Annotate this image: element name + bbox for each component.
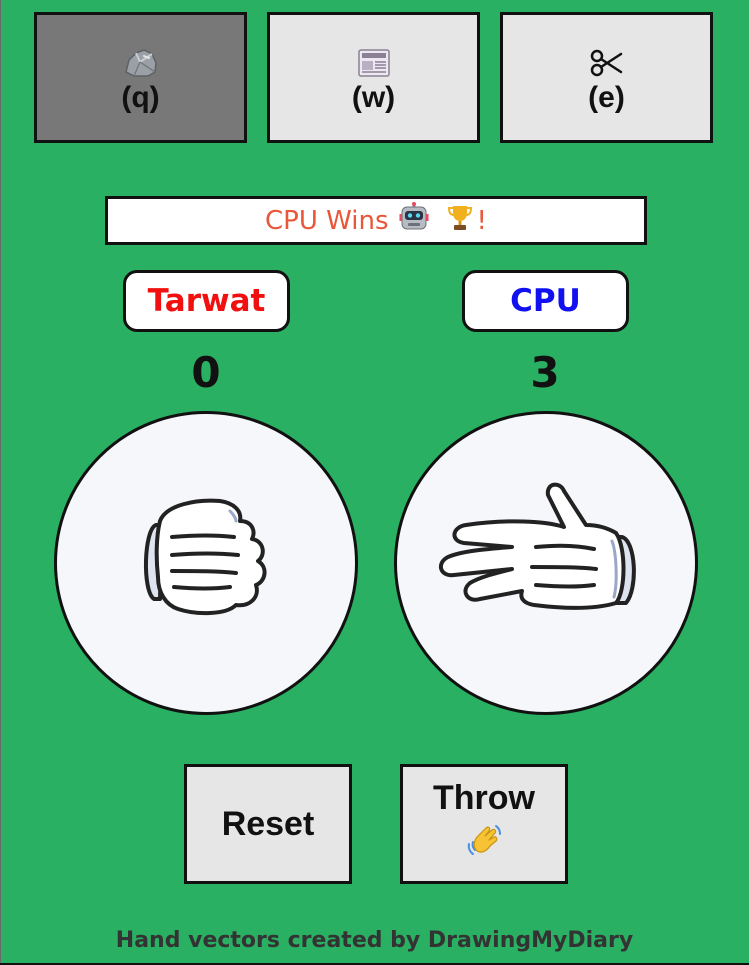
scissors-icon <box>589 45 625 81</box>
result-banner: CPU Wins ! <box>105 196 647 245</box>
reset-label: Reset <box>221 804 315 843</box>
cpu-score: 3 <box>530 348 560 397</box>
paper-choice-button[interactable]: (w) <box>267 12 480 143</box>
waving-hand-icon <box>466 824 502 865</box>
trophy-icon <box>447 203 473 238</box>
open-hand-icon <box>436 471 656 656</box>
rock-icon <box>122 45 160 81</box>
player-name-badge: Tarwat <box>123 270 290 332</box>
cpu-name-badge: CPU <box>462 270 629 332</box>
result-text: CPU Wins <box>265 205 389 236</box>
rock-key-label: (q) <box>121 80 160 114</box>
newspaper-icon <box>355 45 393 81</box>
scissors-key-label: (e) <box>588 80 625 114</box>
rock-choice-button[interactable]: (q) <box>34 12 247 143</box>
robot-icon <box>399 202 429 239</box>
reset-button[interactable]: Reset <box>184 764 352 884</box>
player-name: Tarwat <box>147 283 266 319</box>
fist-hand-icon <box>126 481 286 646</box>
cpu-name: CPU <box>510 283 581 319</box>
scissors-choice-button[interactable]: (e) <box>500 12 713 143</box>
left-border <box>0 0 1 965</box>
player-score: 0 <box>191 348 221 397</box>
cpu-hand-display <box>394 411 698 715</box>
throw-button[interactable]: Throw <box>400 764 568 884</box>
throw-label: Throw <box>433 779 535 817</box>
paper-key-label: (w) <box>351 80 396 114</box>
result-exclaim: ! <box>476 205 487 236</box>
player-hand-display <box>54 411 358 715</box>
footer-credit: Hand vectors created by DrawingMyDiary <box>115 928 634 953</box>
